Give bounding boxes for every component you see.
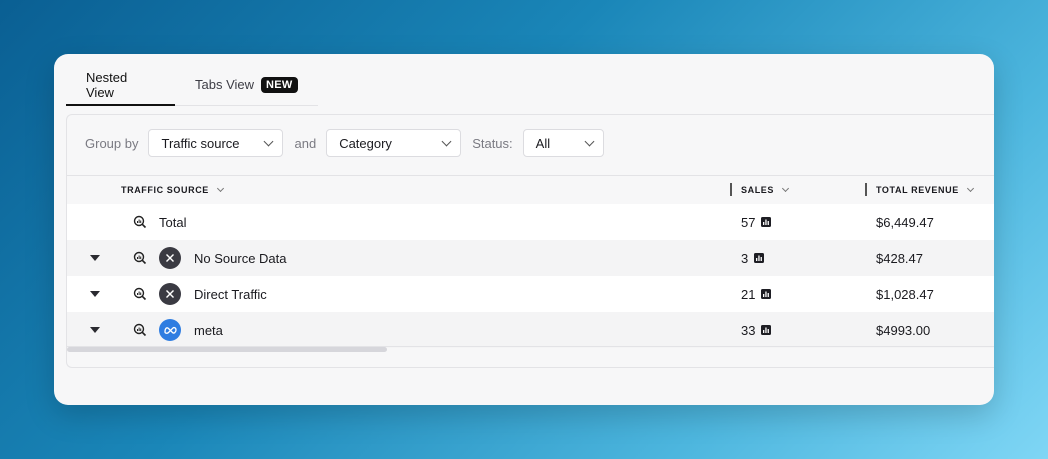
table-row-meta[interactable]: meta 33 $4993.00	[67, 312, 994, 348]
horizontal-scrollbar[interactable]	[67, 347, 387, 352]
meta-icon	[159, 319, 181, 341]
analyze-icon[interactable]	[133, 204, 147, 240]
expand-caret-icon[interactable]	[90, 240, 100, 276]
column-header-traffic-source[interactable]: TRAFFIC SOURCE	[121, 176, 224, 204]
expand-caret-icon[interactable]	[90, 312, 100, 348]
status-value: All	[535, 135, 551, 151]
column-header-total-revenue[interactable]: TOTAL REVENUE	[876, 176, 974, 204]
tab-nested-view[interactable]: Nested View	[66, 64, 175, 106]
row-label: No Source Data	[194, 250, 287, 266]
column-header-sales[interactable]: SALES	[741, 176, 790, 204]
tab-label: Tabs View	[195, 77, 255, 92]
group-by-label: Group by	[85, 135, 139, 151]
chevron-down-icon	[584, 136, 595, 147]
analyze-icon[interactable]	[133, 240, 147, 276]
revenue-value: $6,449.47	[876, 214, 934, 230]
table-panel: Group by Traffic source and Category Sta…	[66, 114, 994, 368]
status-select[interactable]: All	[522, 129, 604, 157]
chevron-down-icon	[264, 136, 274, 147]
chevron-down-icon	[216, 184, 224, 193]
column-label: SALES	[741, 185, 775, 195]
bar-chart-icon[interactable]	[761, 289, 772, 299]
column-label: TRAFFIC SOURCE	[121, 185, 209, 195]
sales-value: 3	[741, 250, 749, 266]
revenue-value: $428.47	[876, 250, 923, 266]
tab-tabs-view[interactable]: Tabs View NEW	[175, 64, 318, 105]
bar-chart-icon[interactable]	[761, 217, 772, 227]
status-label: Status:	[472, 135, 513, 151]
sales-value: 33	[741, 322, 756, 338]
column-label: TOTAL REVENUE	[876, 185, 959, 195]
and-label: and	[294, 135, 317, 151]
close-icon	[159, 247, 181, 269]
analyze-icon[interactable]	[133, 276, 147, 312]
category-select[interactable]: Category	[326, 129, 462, 157]
sales-cell: 33	[741, 312, 772, 348]
row-label: Total	[159, 214, 187, 230]
chevron-down-icon	[441, 136, 452, 147]
report-card: Nested View Tabs View NEW Group by Traff…	[54, 54, 994, 405]
expand-caret-icon[interactable]	[90, 276, 100, 312]
filter-bar: Group by Traffic source and Category Sta…	[85, 129, 604, 157]
row-label: meta	[194, 322, 223, 338]
group-by-select[interactable]: Traffic source	[148, 129, 284, 157]
column-resize-handle[interactable]	[730, 183, 732, 196]
bar-chart-icon[interactable]	[761, 325, 772, 335]
new-badge: NEW	[261, 76, 298, 93]
table-row-no-source-data[interactable]: No Source Data 3 $428.47	[67, 240, 994, 276]
sales-value: 21	[741, 286, 756, 302]
sales-cell: 3	[741, 240, 765, 276]
row-label: Direct Traffic	[194, 286, 267, 302]
table-header: TRAFFIC SOURCE SALES TOTAL REVENUE	[67, 175, 994, 204]
analyze-icon[interactable]	[133, 312, 147, 348]
table-row-direct-traffic[interactable]: Direct Traffic 21 $1,028.47	[67, 276, 994, 312]
table-row-total[interactable]: Total 57 $6,449.47	[67, 204, 994, 240]
tab-label: Nested View	[86, 69, 128, 100]
bar-chart-icon[interactable]	[754, 253, 765, 263]
revenue-value: $1,028.47	[876, 286, 934, 302]
column-resize-handle[interactable]	[865, 183, 867, 196]
group-by-value: Traffic source	[161, 135, 240, 151]
chevron-down-icon	[966, 184, 974, 193]
sales-cell: 57	[741, 204, 772, 240]
view-tabs: Nested View Tabs View NEW	[66, 64, 318, 106]
close-icon	[159, 283, 181, 305]
category-value: Category	[339, 135, 392, 151]
sales-cell: 21	[741, 276, 772, 312]
sales-value: 57	[741, 214, 756, 230]
chevron-down-icon	[781, 184, 790, 193]
revenue-value: $4993.00	[876, 322, 931, 338]
